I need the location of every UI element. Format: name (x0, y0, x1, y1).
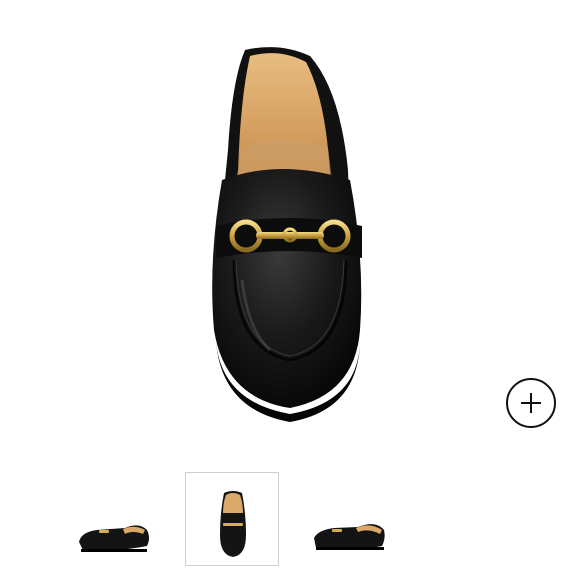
loafer-front-image (212, 47, 362, 422)
main-product-image[interactable] (150, 30, 430, 430)
loafer-front-thumbnail (220, 491, 246, 557)
plus-icon-stroke (530, 393, 532, 413)
loafer-side-thumbnail (314, 524, 385, 550)
zoom-button[interactable] (506, 378, 556, 428)
thumbnail-front[interactable] (185, 472, 279, 566)
product-image-viewer (0, 0, 580, 460)
thumbnail-side-left[interactable] (67, 472, 161, 566)
thumbnail-strip (0, 470, 580, 570)
thumbnail-side-right[interactable] (302, 472, 396, 566)
loafer-side-thumbnail (79, 525, 149, 552)
